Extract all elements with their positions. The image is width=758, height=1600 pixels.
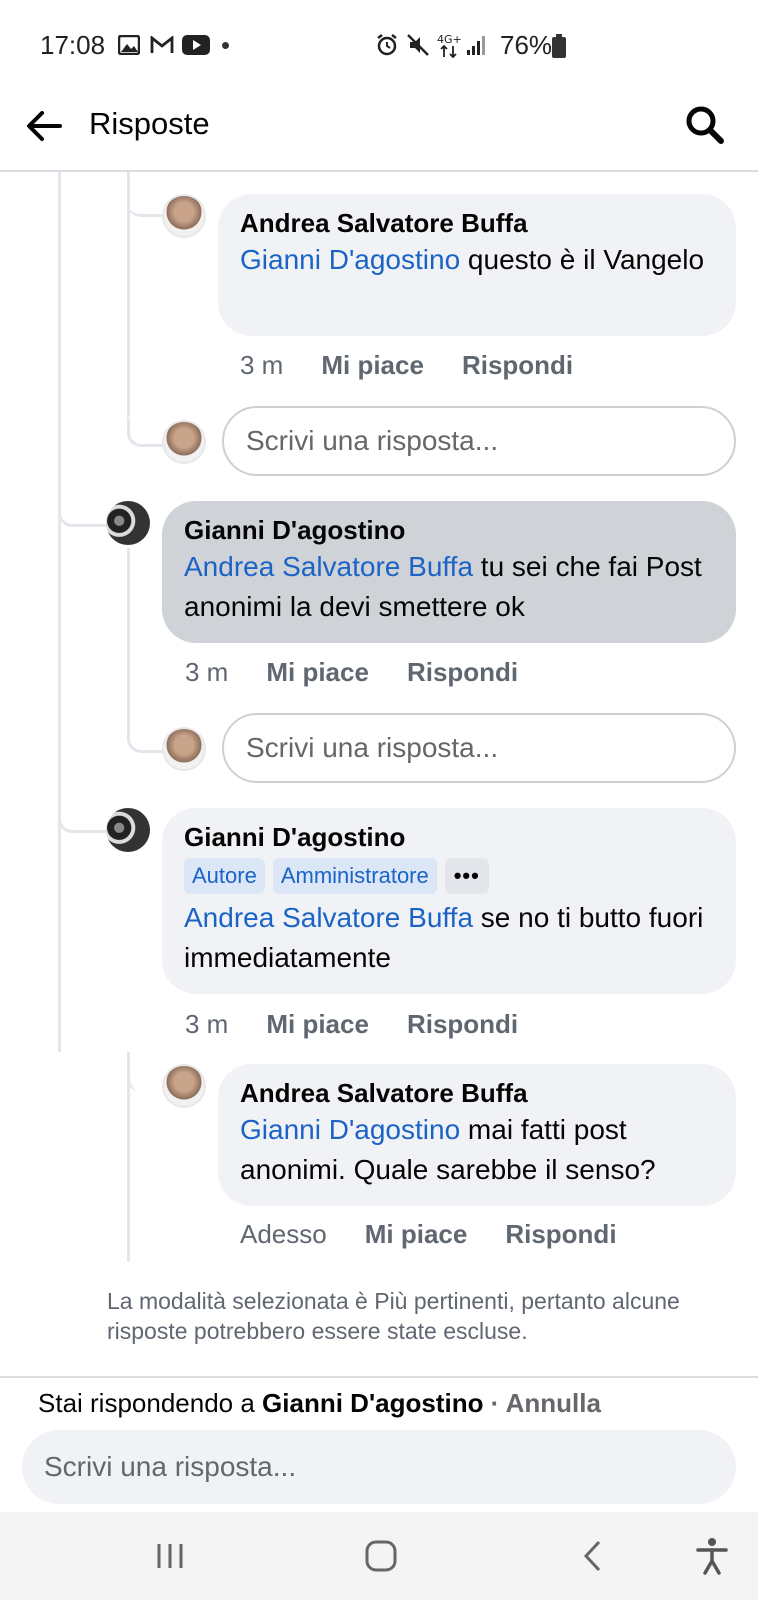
reply-button[interactable]: Rispondi: [407, 1009, 518, 1040]
reply-button[interactable]: Rispondi: [462, 350, 573, 381]
thread-connector: [58, 808, 107, 833]
admin-badge: Amministratore: [272, 858, 437, 894]
reply-input[interactable]: Scrivi una risposta...: [222, 406, 736, 476]
thread-line: [127, 548, 130, 728]
comment-bubble[interactable]: Andrea Salvatore Buffa Gianni D'agostino…: [218, 1064, 736, 1206]
youtube-icon: [182, 35, 210, 55]
accessibility-icon[interactable]: [686, 1530, 738, 1582]
composer-input[interactable]: Scrivi una risposta...: [22, 1430, 736, 1504]
filter-notice: La modalità selezionata è Più pertinenti…: [107, 1288, 680, 1344]
comment-text: Gianni D'agostino questo è il Vangelo: [240, 244, 705, 275]
mention-link[interactable]: Gianni D'agostino: [240, 244, 460, 275]
battery-level: 76%: [500, 30, 553, 60]
comment-time: 3 m: [185, 657, 229, 687]
comment-bubble[interactable]: Andrea Salvatore Buffa Gianni D'agostino…: [218, 194, 736, 336]
comment-author[interactable]: Gianni D'agostino: [184, 513, 714, 547]
like-button[interactable]: Mi piace: [365, 1219, 468, 1250]
comment-actions: 3 m Mi piace Rispondi: [185, 657, 556, 688]
reply-composer: Stai rispondendo a Gianni D'agostino · A…: [0, 1376, 758, 1512]
replying-to: Stai rispondendo a Gianni D'agostino · A…: [38, 1388, 601, 1418]
alarm-icon: [377, 34, 397, 56]
reply-input[interactable]: Scrivi una risposta...: [222, 713, 736, 783]
avatar[interactable]: [162, 194, 206, 238]
header: Risposte: [0, 90, 758, 172]
cancel-reply-button[interactable]: Annulla: [506, 1388, 601, 1418]
comment-bubble[interactable]: Gianni D'agostino Andrea Salvatore Buffa…: [162, 501, 736, 643]
comment-author[interactable]: Andrea Salvatore Buffa: [240, 206, 714, 240]
system-navbar: [0, 1512, 758, 1600]
status-time: 17:08: [40, 30, 106, 60]
home-icon[interactable]: [355, 1530, 407, 1582]
author-badge: Autore: [184, 858, 265, 894]
reply-button[interactable]: Rispondi: [505, 1219, 616, 1250]
like-button[interactable]: Mi piace: [266, 1009, 369, 1040]
avatar[interactable]: [106, 501, 150, 545]
comment-text: Gianni D'agostino mai fatti post anonimi…: [240, 1114, 656, 1185]
dot-icon: [222, 42, 229, 49]
thread-connector: [58, 500, 107, 527]
avatar[interactable]: [162, 1064, 206, 1108]
thread-connector: [127, 172, 163, 217]
reply-button[interactable]: Rispondi: [407, 657, 518, 688]
battery-icon: [552, 34, 566, 58]
comment-actions: 3 m Mi piace Rispondi: [240, 350, 611, 381]
comment-actions: 3 m Mi piace Rispondi: [185, 1009, 556, 1040]
comment-bubble[interactable]: Gianni D'agostino Autore Amministratore …: [162, 808, 736, 994]
like-button[interactable]: Mi piace: [266, 657, 369, 688]
back-icon[interactable]: [567, 1530, 619, 1582]
avatar: [162, 420, 206, 464]
recents-icon[interactable]: [144, 1530, 196, 1582]
comment-time: 3 m: [185, 1009, 229, 1039]
thread-line: [58, 172, 61, 1052]
svg-text:4G+: 4G+: [437, 33, 461, 46]
mute-icon: [407, 34, 429, 56]
page-title: Risposte: [89, 106, 210, 141]
gmail-icon: [150, 36, 174, 53]
comment-text: Andrea Salvatore Buffa tu sei che fai Po…: [184, 551, 702, 622]
like-button[interactable]: Mi piace: [321, 350, 424, 381]
4g-icon: 4G+: [437, 33, 461, 58]
comment-author[interactable]: Gianni D'agostino: [184, 820, 714, 854]
badge-row: Autore Amministratore •••: [184, 858, 714, 894]
comment-time: Adesso: [240, 1219, 327, 1249]
avatar[interactable]: [106, 808, 150, 852]
thread-connector: [127, 418, 164, 447]
thread-connector: [127, 1052, 164, 1092]
reply-target: Gianni D'agostino: [262, 1388, 484, 1418]
comment-author[interactable]: Andrea Salvatore Buffa: [240, 1076, 714, 1110]
more-options-icon[interactable]: •••: [444, 858, 489, 894]
mention-link[interactable]: Andrea Salvatore Buffa: [184, 902, 473, 933]
mention-link[interactable]: Gianni D'agostino: [240, 1114, 460, 1145]
signal-icon: [467, 36, 485, 55]
comment-text: Andrea Salvatore Buffa se no ti butto fu…: [184, 902, 704, 973]
status-bar: 17:08 4G+ 76%: [0, 0, 758, 90]
back-arrow-icon[interactable]: [24, 106, 64, 146]
thread-connector: [127, 724, 164, 753]
search-icon[interactable]: [684, 104, 726, 146]
mention-link[interactable]: Andrea Salvatore Buffa: [184, 551, 473, 582]
comment-actions: Adesso Mi piace Rispondi: [240, 1219, 655, 1250]
avatar: [162, 727, 206, 771]
comment-time: 3 m: [240, 350, 284, 380]
image-icon: [118, 35, 140, 55]
